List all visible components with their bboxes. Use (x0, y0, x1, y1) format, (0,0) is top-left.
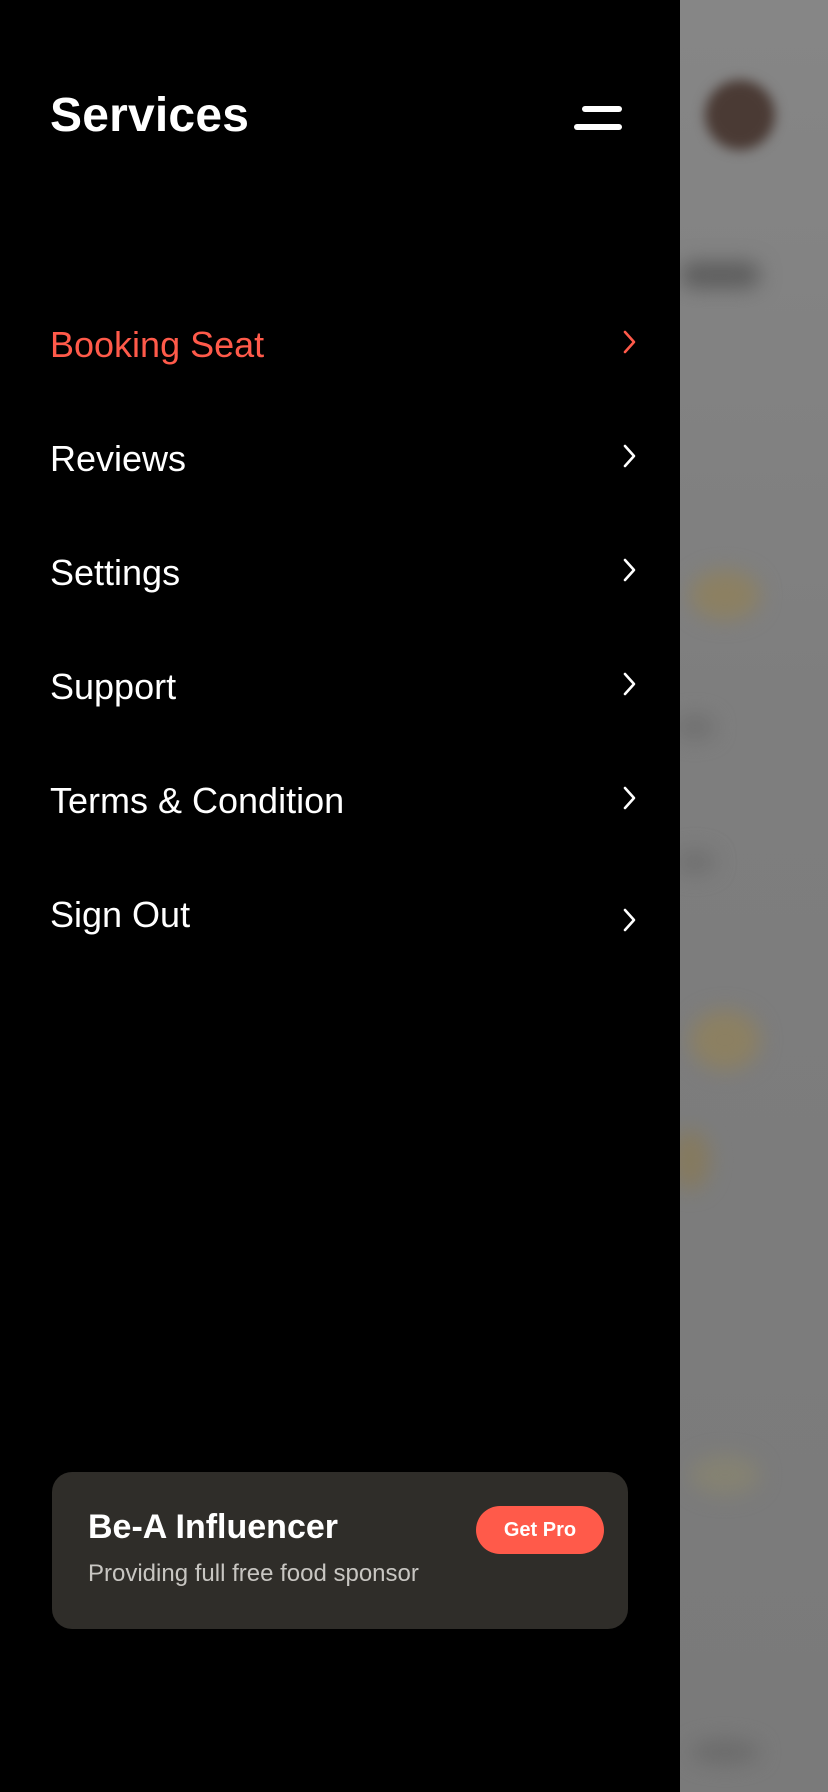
menu-item-booking-seat[interactable]: Booking Seat (50, 314, 640, 374)
blurred-element (675, 715, 715, 739)
app-screen: Services Booking Seat Reviews Settings S… (0, 0, 828, 1792)
promo-subtitle: Providing full free food sponsor (88, 1560, 419, 1587)
chevron-right-icon (618, 670, 640, 698)
blurred-element (680, 262, 760, 288)
menu-item-terms-condition[interactable]: Terms & Condition (50, 770, 640, 830)
menu-item-settings[interactable]: Settings (50, 542, 640, 602)
influencer-promo-card: Be-A Influencer Providing full free food… (52, 1472, 628, 1629)
drawer-title: Services (50, 89, 250, 142)
menu-item-label: Settings (50, 552, 181, 593)
menu-item-support[interactable]: Support (50, 656, 640, 716)
chevron-right-icon (618, 784, 640, 812)
blurred-element (690, 1010, 760, 1070)
blurred-element (690, 1740, 760, 1764)
blurred-avatar (705, 80, 775, 150)
chevron-right-icon (618, 906, 640, 934)
blurred-element (675, 850, 715, 874)
menu-item-label: Sign Out (50, 894, 191, 935)
menu-icon-bar (582, 106, 622, 112)
navigation-drawer: Services Booking Seat Reviews Settings S… (0, 0, 680, 1792)
menu-item-label: Terms & Condition (50, 780, 345, 821)
menu-icon[interactable] (572, 96, 634, 140)
menu-item-reviews[interactable]: Reviews (50, 428, 640, 488)
get-pro-button[interactable]: Get Pro (476, 1506, 604, 1554)
chevron-right-icon (618, 442, 640, 470)
menu-item-label: Support (50, 666, 177, 707)
menu-icon-bar (574, 124, 622, 130)
chevron-right-icon (618, 328, 640, 356)
blurred-element (690, 570, 760, 620)
blurred-element (690, 1455, 760, 1495)
chevron-right-icon (618, 556, 640, 584)
promo-title: Be-A Influencer (88, 1508, 339, 1546)
menu-item-label: Booking Seat (50, 324, 265, 365)
menu-item-sign-out[interactable]: Sign Out (50, 884, 640, 944)
menu-item-label: Reviews (50, 438, 187, 479)
